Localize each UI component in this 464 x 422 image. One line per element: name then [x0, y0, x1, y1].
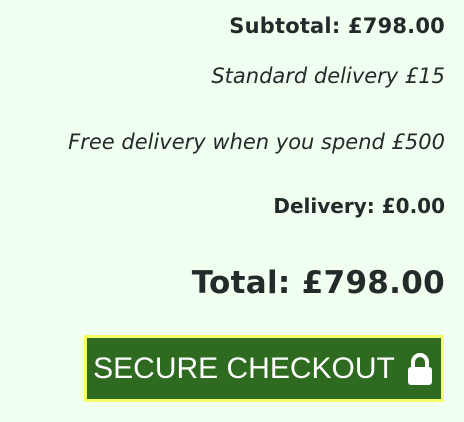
total-label: Total: £798.00: [191, 265, 445, 301]
secure-checkout-label: SECURE CHECKOUT: [93, 351, 395, 385]
subtotal-label: Subtotal: £798.00: [229, 14, 445, 38]
secure-checkout-button[interactable]: SECURE CHECKOUT: [84, 335, 444, 402]
delivery-cost-label: Delivery: £0.00: [273, 194, 445, 218]
lock-icon: [405, 352, 435, 386]
free-delivery-note: Free delivery when you spend £500: [68, 130, 445, 154]
standard-delivery-label: Standard delivery £15: [211, 64, 445, 88]
